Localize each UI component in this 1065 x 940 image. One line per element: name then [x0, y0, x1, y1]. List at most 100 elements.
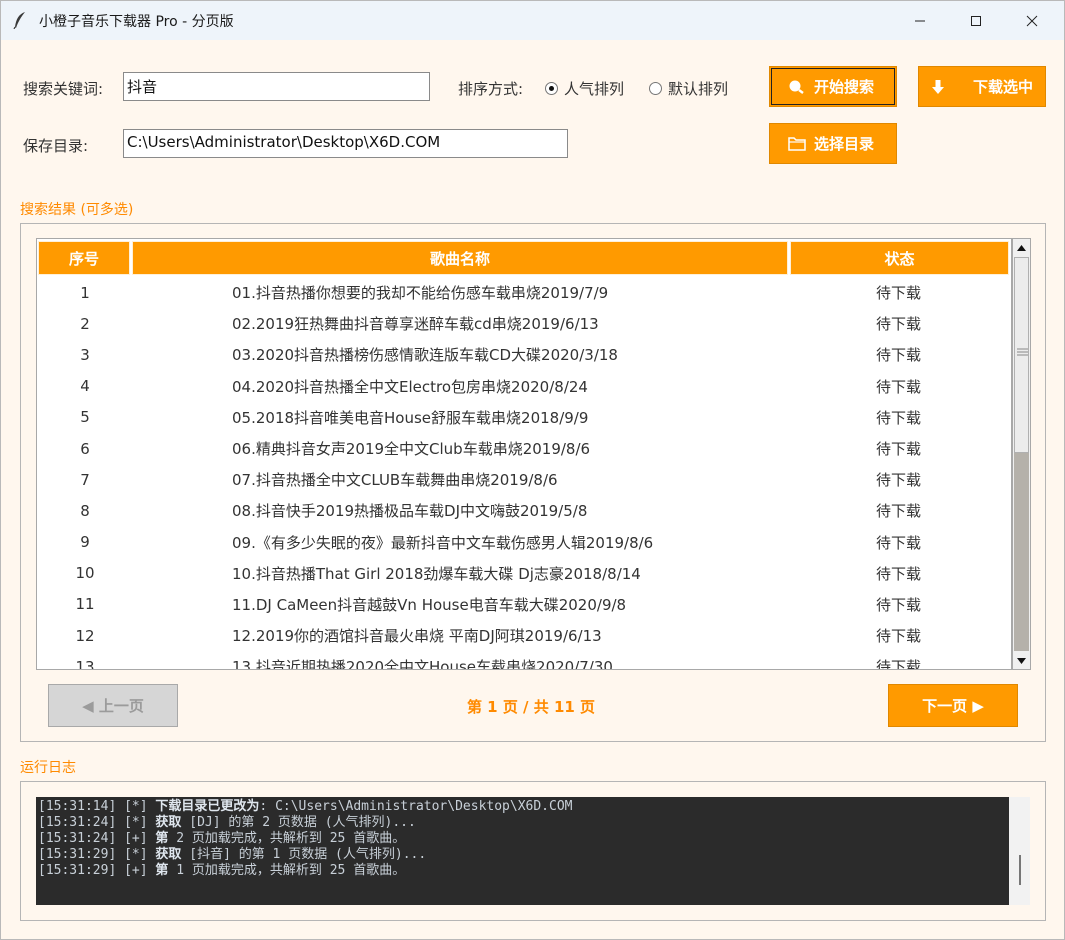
- table-row[interactable]: 4 04.2020抖音热播全中文Electro包房串烧2020/8/24 待下载: [38, 371, 1011, 402]
- download-status: 待下载: [875, 627, 921, 646]
- download-selected-button[interactable]: 下载选中: [918, 66, 1046, 107]
- table-row[interactable]: 6 06.精典抖音女声2019全中文Club车载串烧2019/8/6 待下载: [38, 433, 1011, 464]
- column-header-name[interactable]: 歌曲名称: [132, 241, 788, 275]
- log-scrollbar-thumb[interactable]: [1019, 855, 1021, 885]
- log-scrollbar[interactable]: [1009, 797, 1030, 905]
- column-header-no[interactable]: 序号: [38, 241, 130, 275]
- table-body: 1 01.抖音热播你想要的我却不能给伤感车载串烧2019/7/9 待下载 2 02.20…: [38, 277, 1011, 670]
- row-number: 2: [80, 314, 90, 333]
- song-name: 07.抖音热播全中文CLUB车载舞曲串烧2019/8/6: [232, 471, 558, 490]
- log-bold: 获取: [155, 847, 182, 862]
- next-page-button[interactable]: 下一页 ▶: [888, 684, 1018, 727]
- results-table[interactable]: 序号 歌曲名称 状态 1 01.抖音热播你想要的我却不能给伤感车载串烧2019/7…: [36, 238, 1012, 670]
- close-button[interactable]: [1004, 1, 1060, 40]
- title-bar[interactable]: 小橙子音乐下载器 Pro - 分页版: [1, 1, 1064, 40]
- feather-icon: [13, 12, 25, 29]
- table-header: 序号 歌曲名称 状态: [38, 241, 1011, 275]
- search-button[interactable]: 开始搜索: [769, 66, 897, 107]
- download-status: 待下载: [875, 658, 921, 670]
- log-textarea[interactable]: [15:31:14] [*] 下载目录已更改为: C:\Users\Admini…: [36, 797, 1009, 905]
- log-rest: [抖音] 的第 1 页数据 (人气排列)...: [181, 847, 427, 862]
- scroll-down-arrow-icon[interactable]: [1013, 652, 1030, 669]
- results-scrollbar[interactable]: [1012, 238, 1031, 670]
- row-number: 9: [80, 533, 90, 552]
- choose-dir-button[interactable]: 选择目录: [769, 123, 897, 164]
- log-bold: 获取: [155, 815, 182, 830]
- keyword-input[interactable]: 抖音: [123, 72, 430, 101]
- radio-unselected-icon: [649, 82, 662, 95]
- table-row[interactable]: 12 12.2019你的酒馆抖音最火串烧 平南DJ阿琪2019/6/13 待下载: [38, 620, 1011, 651]
- row-number: 11: [75, 595, 95, 614]
- row-number: 1: [80, 283, 90, 302]
- log-rest: : C:\Users\Administrator\Desktop\X6D.COM: [259, 799, 573, 814]
- scrollbar-thumb[interactable]: [1014, 257, 1029, 453]
- song-name: 12.2019你的酒馆抖音最火串烧 平南DJ阿琪2019/6/13: [232, 627, 602, 646]
- download-status: 待下载: [875, 284, 921, 303]
- table-row[interactable]: 3 03.2020抖音热播榜伤感情歌连版车载CD大碟2020/3/18 待下载: [38, 339, 1011, 370]
- song-name: 01.抖音热播你想要的我却不能给伤感车载串烧2019/7/9: [232, 284, 609, 303]
- download-status: 待下载: [875, 377, 921, 396]
- log-line: [15:31:29] [*] 获取 [抖音] 的第 1 页数据 (人气排列)..…: [38, 847, 1007, 863]
- table-row[interactable]: 8 08.抖音快手2019热播极品车载DJ中文嗨鼓2019/5/8 待下载: [38, 495, 1011, 526]
- table-row[interactable]: 10 10.抖音热播That Girl 2018劲爆车载大碟 Dj志豪2018/8…: [38, 558, 1011, 589]
- table-row[interactable]: 2 02.2019狂热舞曲抖音尊享迷醉车载cd串烧2019/6/13 待下载: [38, 308, 1011, 339]
- minimize-button[interactable]: [892, 1, 948, 40]
- row-number: 10: [75, 564, 95, 583]
- table-row[interactable]: 1 01.抖音热播你想要的我却不能给伤感车载串烧2019/7/9 待下载: [38, 277, 1011, 308]
- log-rest: [DJ] 的第 2 页数据 (人气排列)...: [181, 815, 416, 830]
- log-line: [15:31:24] [*] 获取 [DJ] 的第 2 页数据 (人气排列)..…: [38, 815, 1007, 831]
- log-prefix: [15:31:24] [*]: [38, 815, 156, 830]
- choose-dir-label: 选择目录: [814, 135, 875, 153]
- sort-option-label: 人气排列: [564, 80, 625, 98]
- song-name: 02.2019狂热舞曲抖音尊享迷醉车载cd串烧2019/6/13: [232, 315, 599, 334]
- prev-page-button[interactable]: ◀ 上一页: [48, 684, 178, 727]
- sort-radio-popular[interactable]: 人气排列: [545, 78, 624, 99]
- save-dir-label: 保存目录:: [23, 137, 89, 155]
- download-status: 待下载: [875, 315, 921, 334]
- results-section-title: 搜索结果 (可多选): [20, 202, 134, 218]
- minimize-icon: [915, 20, 925, 21]
- scrollbar-track[interactable]: [1014, 453, 1029, 651]
- sort-label: 排序方式:: [458, 80, 524, 98]
- search-button-label: 开始搜索: [814, 78, 875, 96]
- search-icon: [788, 79, 806, 95]
- song-name: 08.抖音快手2019热播极品车载DJ中文嗨鼓2019/5/8: [232, 502, 588, 521]
- row-number: 12: [75, 626, 95, 645]
- table-row[interactable]: 7 07.抖音热播全中文CLUB车载舞曲串烧2019/8/6 待下载: [38, 464, 1011, 495]
- table-row[interactable]: 9 09.《有多少失眠的夜》最新抖音中文车载伤感男人辑2019/8/6 待下载: [38, 527, 1011, 558]
- log-prefix: [15:31:29] [*]: [38, 847, 156, 862]
- log-bold: 第: [155, 831, 169, 846]
- download-status: 待下载: [875, 408, 921, 427]
- row-number: 13: [75, 657, 95, 670]
- song-name: 04.2020抖音热播全中文Electro包房串烧2020/8/24: [232, 377, 588, 396]
- song-name: 06.精典抖音女声2019全中文Club车载串烧2019/8/6: [232, 440, 591, 459]
- log-prefix: [15:31:24] [+]: [38, 831, 156, 846]
- song-name: 03.2020抖音热播榜伤感情歌连版车载CD大碟2020/3/18: [232, 346, 618, 365]
- download-status: 待下载: [875, 471, 921, 490]
- log-section-title: 运行日志: [20, 760, 76, 776]
- row-number: 8: [80, 501, 90, 520]
- download-status: 待下载: [875, 564, 921, 583]
- log-prefix: [15:31:29] [+]: [38, 863, 156, 878]
- log-bold: 第: [155, 863, 169, 878]
- maximize-button[interactable]: [948, 1, 1004, 40]
- download-arrow-icon: [931, 79, 945, 95]
- log-rest: 1 页加载完成，共解析到 25 首歌曲。: [168, 863, 406, 878]
- song-name: 10.抖音热播That Girl 2018劲爆车载大碟 Dj志豪2018/8/1…: [232, 564, 641, 583]
- app-window: 小橙子音乐下载器 Pro - 分页版 搜索关键词: 抖音 排序方式: 人气排列 …: [0, 0, 1065, 940]
- table-row[interactable]: 13 13.抖音近期热播2020全中文House车载串烧2020/7/30 待下载: [38, 651, 1011, 670]
- log-prefix: [15:31:14] [*]: [38, 799, 156, 814]
- table-row[interactable]: 5 05.2018抖音唯美电音House舒服车载串烧2018/9/9 待下载: [38, 402, 1011, 433]
- table-row[interactable]: 11 11.DJ CaMeen抖音越鼓Vn House电音车载大碟2020/9/8…: [38, 589, 1011, 620]
- download-status: 待下载: [875, 346, 921, 365]
- row-number: 7: [80, 470, 90, 489]
- download-status: 待下载: [875, 502, 921, 521]
- save-dir-input[interactable]: C:\Users\Administrator\Desktop\X6D.COM: [123, 129, 568, 158]
- column-header-status[interactable]: 状态: [790, 241, 1009, 275]
- download-button-label: 下载选中: [973, 78, 1034, 96]
- scroll-up-arrow-icon[interactable]: [1013, 239, 1030, 256]
- sort-radio-default[interactable]: 默认排列: [649, 78, 728, 99]
- row-number: 6: [80, 439, 90, 458]
- radio-selected-icon: [545, 82, 558, 95]
- download-status: 待下载: [875, 440, 921, 459]
